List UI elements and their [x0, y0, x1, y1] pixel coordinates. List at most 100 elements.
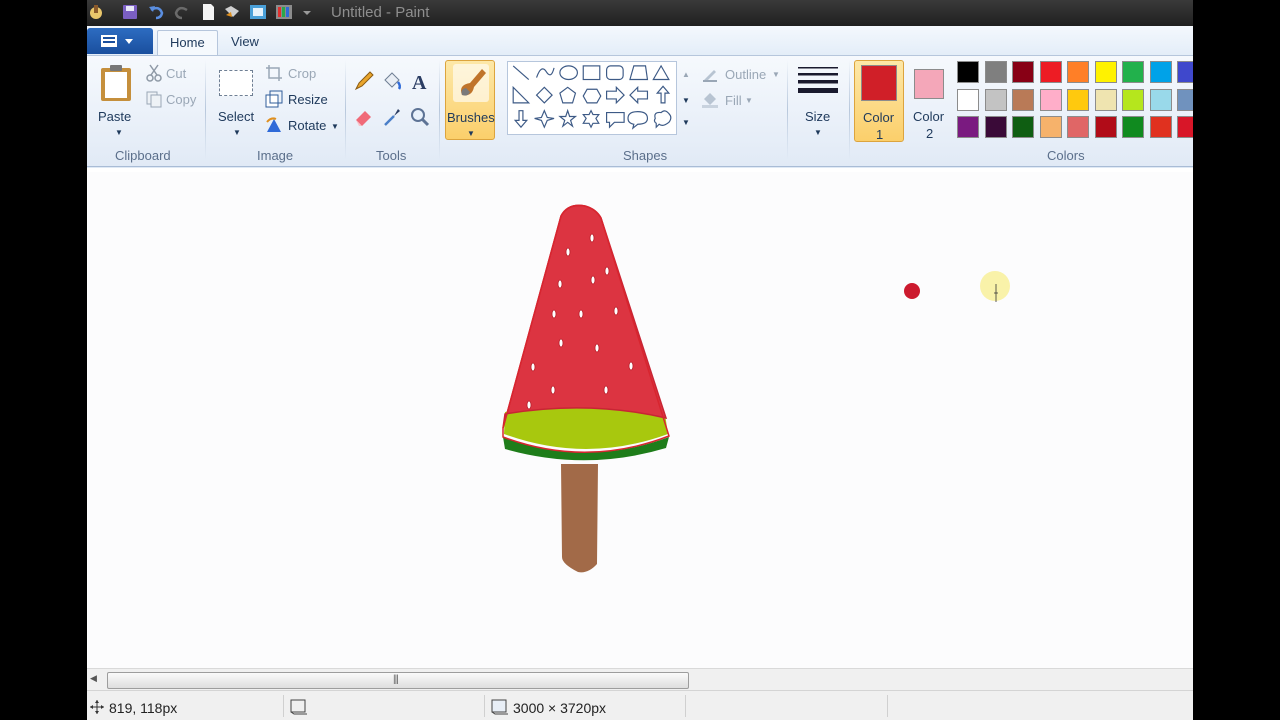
palette-swatch[interactable] — [1122, 88, 1144, 111]
size-button[interactable]: Size ▼ — [793, 60, 843, 140]
palette-swatch[interactable] — [1067, 61, 1089, 83]
tab-home[interactable]: Home — [157, 30, 218, 56]
shapes-scroll-down-icon[interactable]: ▼ — [682, 96, 690, 105]
outline-button[interactable]: Outline — [725, 67, 766, 82]
canvas-size-icon — [491, 699, 508, 715]
triangle-shape-icon — [652, 64, 670, 81]
new-icon[interactable] — [199, 3, 217, 21]
fill-button[interactable]: Fill — [725, 93, 742, 108]
paint-window: Untitled - Paint Home View Paste ▼ Cut C… — [87, 0, 1193, 720]
paint-canvas[interactable] — [88, 172, 1193, 668]
palette-swatch[interactable] — [1067, 88, 1089, 111]
window-title: Untitled - Paint — [331, 4, 430, 21]
select-button[interactable]: Select ▼ — [213, 60, 259, 140]
curve-shape-icon — [535, 67, 555, 78]
crop-button[interactable]: Crop — [288, 66, 316, 81]
shapes-scroll-up-icon[interactable]: ▲ — [682, 70, 690, 79]
color1-button[interactable]: Color 1 — [854, 60, 904, 142]
palette-swatch[interactable] — [1122, 116, 1144, 138]
outline-icon[interactable] — [701, 65, 719, 83]
horizontal-scrollbar[interactable]: ◀ ||| — [87, 668, 1193, 690]
fill-icon[interactable] — [701, 91, 719, 109]
save-icon[interactable] — [121, 3, 139, 21]
crop-icon[interactable] — [265, 64, 283, 82]
fill-dropdown-icon[interactable]: ▼ — [745, 96, 753, 105]
thumb-grip-icon: ||| — [393, 674, 399, 685]
popsicle-stick-shape — [561, 464, 598, 573]
palette-swatch[interactable] — [1012, 61, 1034, 83]
palette-swatch[interactable] — [957, 116, 979, 138]
color2-button[interactable]: Color 2 — [907, 60, 953, 142]
cursor-highlight — [980, 271, 1010, 301]
scrollbar-thumb[interactable]: ||| — [107, 672, 689, 689]
pentagon-shape-icon — [559, 86, 577, 104]
shapes-more-icon[interactable]: ▼ — [682, 118, 690, 127]
palette-swatch[interactable] — [1149, 116, 1172, 138]
palette-swatch[interactable] — [957, 88, 979, 111]
copy-button[interactable]: Copy — [166, 92, 196, 107]
four-point-star-shape-icon — [534, 109, 555, 129]
resize-button[interactable]: Resize — [288, 92, 328, 107]
cut-icon[interactable] — [145, 64, 163, 82]
cut-button[interactable]: Cut — [166, 66, 186, 81]
scroll-left-icon[interactable]: ◀ — [90, 673, 97, 684]
magnifier-icon[interactable] — [409, 106, 431, 128]
title-bar: Untitled - Paint — [87, 0, 1193, 26]
palette-swatch[interactable] — [957, 61, 979, 83]
eraser-icon[interactable] — [353, 106, 375, 128]
paint-app-icon[interactable] — [87, 3, 105, 21]
rotate-dropdown-icon[interactable]: ▼ — [331, 122, 339, 131]
copy-icon[interactable] — [145, 90, 163, 108]
palette-swatch[interactable] — [1039, 61, 1062, 83]
right-arrow-shape-icon — [606, 85, 625, 105]
fill-bucket-icon[interactable] — [381, 70, 403, 92]
palette-swatch[interactable] — [1122, 61, 1144, 83]
six-point-star-shape-icon — [582, 109, 600, 129]
brushes-button[interactable]: Brushes ▼ — [445, 60, 495, 140]
canvas-size: 3000 × 3720px — [513, 700, 607, 716]
color1-number: 1 — [876, 127, 884, 142]
palette-swatch[interactable] — [1039, 116, 1062, 138]
palette-swatch[interactable] — [1012, 116, 1034, 138]
cursor-position-icon — [90, 700, 104, 714]
color-picker-icon[interactable] — [381, 106, 403, 128]
rotate-button[interactable]: Rotate — [288, 118, 326, 133]
line-size-icon — [798, 67, 838, 93]
tab-view[interactable]: View — [219, 30, 271, 56]
brushes-label: Brushes — [447, 110, 495, 125]
palette-swatch[interactable] — [984, 88, 1007, 111]
shapes-gallery[interactable] — [507, 61, 677, 135]
palette-swatch[interactable] — [1149, 88, 1172, 111]
pencil-icon[interactable] — [353, 70, 375, 92]
palette-swatch[interactable] — [984, 61, 1007, 83]
palette-swatch[interactable] — [1149, 61, 1172, 83]
text-tool-icon[interactable]: A — [409, 70, 431, 92]
oval-shape-icon — [559, 65, 578, 81]
file-menu-button[interactable] — [87, 28, 153, 54]
separator — [439, 60, 440, 160]
paste-button[interactable]: Paste ▼ — [92, 60, 142, 140]
colors-edit-icon[interactable] — [275, 3, 293, 21]
customize-dropdown-icon[interactable] — [301, 3, 313, 21]
outline-dropdown-icon[interactable]: ▼ — [772, 70, 780, 79]
color2-swatch — [914, 69, 944, 99]
palette-swatch[interactable] — [984, 116, 1007, 138]
palette-swatch[interactable] — [1177, 88, 1193, 111]
print-icon[interactable] — [249, 3, 267, 21]
palette-swatch[interactable] — [1094, 88, 1117, 111]
rectangle-shape-icon — [582, 65, 601, 81]
open-icon[interactable] — [223, 3, 241, 21]
palette-swatch[interactable] — [1094, 61, 1117, 83]
palette-swatch[interactable] — [1094, 116, 1117, 138]
rotate-icon[interactable] — [265, 116, 283, 134]
palette-swatch[interactable] — [1067, 116, 1089, 138]
palette-swatch[interactable] — [1039, 88, 1062, 111]
palette-swatch[interactable] — [1012, 88, 1034, 111]
palette-swatch[interactable] — [1177, 61, 1193, 83]
brush-icon — [453, 64, 489, 102]
undo-icon[interactable] — [147, 3, 165, 21]
redo-icon[interactable] — [173, 3, 191, 21]
resize-icon[interactable] — [265, 90, 283, 108]
palette-swatch[interactable] — [1177, 116, 1193, 138]
color1-label: Color — [863, 110, 895, 125]
